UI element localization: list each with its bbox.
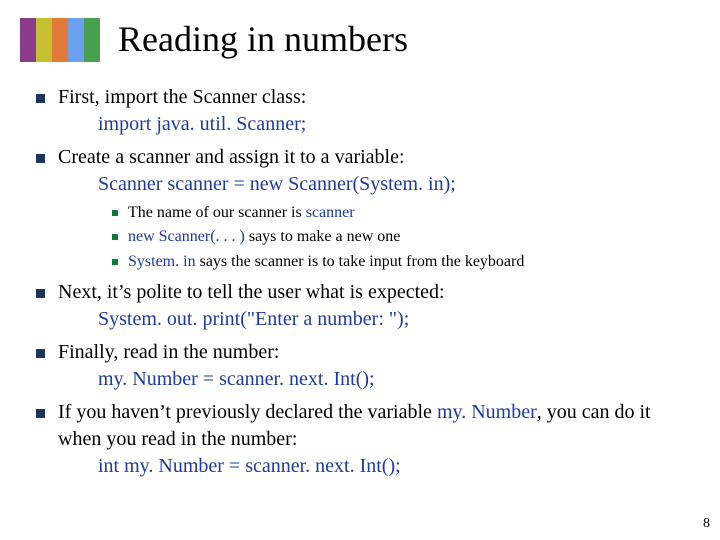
sub-text: says the scanner is to take input from t… [196, 253, 525, 270]
list-item: Create a scanner and assign it to a vari… [58, 144, 690, 273]
list-item: System. in says the scanner is to take i… [128, 251, 690, 273]
bullet-text: Create a scanner and assign it to a vari… [58, 146, 405, 168]
list-item: If you haven’t previously declared the v… [58, 399, 690, 480]
code-line: my. Number = scanner. next. Int(); [98, 366, 690, 393]
body-text: First, import the Scanner class: import … [30, 84, 690, 480]
code-line: System. out. print("Enter a number: "); [98, 306, 690, 333]
inline-code: my. Number [437, 401, 537, 423]
color-bar-icon [20, 18, 100, 62]
bullet-text: Finally, read in the number: [58, 341, 279, 363]
page-number: 8 [703, 516, 710, 532]
list-item: new Scanner(. . . ) says to make a new o… [128, 226, 690, 248]
bar-segment [52, 18, 68, 62]
list-item: Finally, read in the number: my. Number … [58, 339, 690, 393]
slide: Reading in numbers First, import the Sca… [0, 0, 720, 540]
inline-code: scanner [306, 204, 355, 221]
code-line: Scanner scanner = new Scanner(System. in… [98, 171, 690, 198]
inline-code: System. in [128, 253, 196, 270]
code-line: import java. util. Scanner; [98, 111, 690, 138]
bar-segment [20, 18, 36, 62]
list-item: First, import the Scanner class: import … [58, 84, 690, 138]
sub-text: The name of our scanner is [128, 204, 306, 221]
bar-segment [36, 18, 52, 62]
title-row: Reading in numbers [20, 18, 690, 62]
inline-code: new Scanner(. . . ) [128, 228, 245, 245]
bullet-text: If you haven’t previously declared the v… [58, 401, 437, 423]
page-title: Reading in numbers [118, 20, 408, 62]
list-item: The name of our scanner is scanner [128, 202, 690, 224]
list-item: Next, it’s polite to tell the user what … [58, 279, 690, 333]
bullet-text: First, import the Scanner class: [58, 86, 306, 108]
bar-segment [68, 18, 84, 62]
code-line: int my. Number = scanner. next. Int(); [98, 453, 690, 480]
bar-segment [84, 18, 100, 62]
sub-text: says to make a new one [245, 228, 401, 245]
bullet-text: Next, it’s polite to tell the user what … [58, 281, 445, 303]
